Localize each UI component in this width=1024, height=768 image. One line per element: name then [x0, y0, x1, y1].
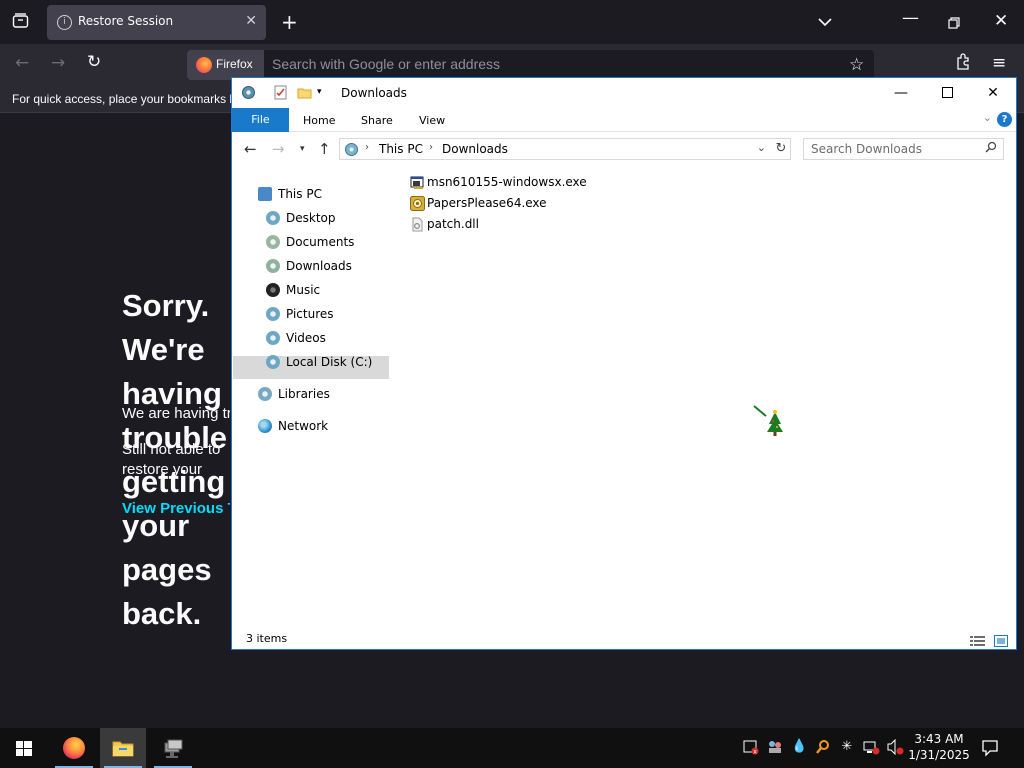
system-clock[interactable]: 3:43 AM 1/31/2025	[906, 731, 972, 763]
desktop-icon	[266, 211, 280, 225]
downloads-icon	[266, 259, 280, 273]
dll-icon	[410, 217, 425, 232]
refresh-icon[interactable]: ↻	[772, 138, 791, 160]
clock-date: 1/31/2025	[908, 748, 970, 762]
explorer-title-bar: ▾ Downloads — ✕	[232, 78, 1016, 108]
bookmark-star-icon[interactable]: ☆	[849, 55, 864, 75]
identity-box[interactable]: Firefox	[187, 50, 264, 80]
taskbar: x 💧 ✳ 3:43 AM 1/31/2025	[0, 728, 1024, 768]
search-box[interactable]	[803, 138, 1004, 160]
this-pc-icon	[344, 142, 359, 161]
tab-share[interactable]: Share	[361, 114, 393, 127]
breadcrumb-this-pc[interactable]: This PC	[379, 142, 423, 156]
chevron-right-icon: ›	[365, 142, 369, 153]
error-help-text: Still not able to restore your session? …	[122, 441, 221, 482]
libraries-icon	[258, 387, 272, 401]
taskbar-file-explorer[interactable]	[100, 728, 146, 768]
bookmarks-hint-text: For quick access, place your bookmarks h	[12, 92, 237, 106]
chevron-down-icon[interactable]	[818, 12, 832, 32]
droplet-icon[interactable]: 💧	[791, 739, 807, 755]
identity-label: Firefox	[216, 57, 253, 71]
network-disconnected-icon[interactable]	[863, 739, 880, 755]
volume-muted-icon[interactable]	[887, 738, 904, 756]
notifications-icon[interactable]	[980, 738, 1000, 758]
large-icons-view-icon[interactable]	[994, 632, 1008, 647]
network-icon	[258, 419, 272, 433]
taskbar-network-drive[interactable]	[150, 728, 196, 768]
file-explorer-window: ▾ Downloads — ✕ File Home Share View ⌄ ?…	[231, 77, 1017, 650]
explorer-app-icon	[241, 85, 256, 100]
tab-home[interactable]: Home	[303, 114, 335, 127]
minimize-button[interactable]: —	[878, 82, 924, 106]
chevron-right-icon: ›	[429, 142, 433, 153]
details-view-icon[interactable]	[970, 632, 985, 646]
back-arrow-icon[interactable]: ←	[15, 53, 29, 73]
search-icon[interactable]	[985, 141, 997, 156]
extensions-icon[interactable]	[955, 53, 971, 75]
close-window-button[interactable]: ✕	[994, 11, 1008, 31]
network-drive-icon	[162, 737, 184, 763]
minimize-button[interactable]: —	[902, 8, 919, 28]
search-input[interactable]	[811, 142, 976, 156]
view-previous-tabs-link[interactable]: View Previous Tabs	[122, 500, 230, 517]
reload-icon[interactable]: ↻	[87, 52, 101, 72]
tab-restore-session[interactable]: i Restore Session ✕	[47, 5, 266, 40]
svg-text:x: x	[753, 749, 757, 756]
back-arrow-icon[interactable]: ←	[244, 140, 257, 158]
tab-title: Restore Session	[78, 14, 174, 28]
people-icon[interactable]	[767, 739, 783, 755]
computer-icon	[258, 187, 272, 201]
clock-time: 3:43 AM	[914, 732, 964, 746]
customize-toolbar-icon[interactable]: ▾	[317, 87, 332, 102]
help-icon[interactable]: ?	[997, 112, 1012, 127]
item-count: 3 items	[246, 632, 288, 645]
error-description: We are having trouble restoring your las…	[122, 405, 230, 422]
forward-arrow-icon[interactable]: →	[51, 53, 65, 73]
properties-icon[interactable]	[273, 85, 288, 100]
menu-hamburger-icon[interactable]: ≡	[992, 53, 1006, 73]
address-row: ← → ▾ ↑ › This PC › Downloads ⌄ ↻	[232, 133, 1016, 165]
new-folder-icon[interactable]	[297, 85, 312, 100]
recent-locations-icon[interactable]: ▾	[300, 144, 305, 154]
tab-file[interactable]: File	[232, 108, 289, 132]
forward-arrow-icon[interactable]: →	[272, 140, 285, 158]
videos-icon	[266, 331, 280, 345]
close-window-button[interactable]: ✕	[970, 82, 1016, 106]
tab-view[interactable]: View	[419, 114, 445, 127]
restore-button[interactable]	[948, 14, 960, 34]
security-warning-icon[interactable]: x	[743, 739, 759, 756]
url-bar[interactable]: Firefox ☆	[187, 50, 874, 80]
list-all-tabs-icon[interactable]	[12, 12, 29, 34]
url-input[interactable]	[272, 56, 832, 72]
taskbar-firefox[interactable]	[51, 728, 97, 768]
maximize-button[interactable]	[924, 82, 970, 106]
firefox-icon	[63, 737, 85, 759]
christmas-tree-cursor-icon	[752, 404, 786, 442]
music-icon	[266, 283, 280, 297]
navigation-pane: This PC Desktop Documents Downloads Musi…	[232, 178, 392, 618]
breadcrumb-downloads[interactable]: Downloads	[442, 142, 508, 156]
close-tab-icon[interactable]: ✕	[245, 13, 257, 29]
pictures-icon	[266, 307, 280, 321]
sparkle-icon[interactable]: ✳	[839, 739, 855, 755]
firefox-logo-icon	[196, 57, 212, 73]
disk-icon	[266, 355, 280, 369]
installer-icon	[410, 175, 425, 190]
window-title: Downloads	[341, 86, 407, 100]
up-arrow-icon[interactable]: ↑	[318, 140, 331, 158]
status-bar: 3 items	[232, 628, 1016, 650]
address-bar[interactable]: › This PC › Downloads ⌄	[339, 138, 791, 160]
address-dropdown-icon[interactable]: ⌄	[757, 141, 766, 154]
game-exe-icon	[410, 196, 425, 211]
new-tab-button[interactable]: +	[281, 10, 298, 34]
documents-icon	[266, 235, 280, 249]
expand-ribbon-icon[interactable]: ⌄	[983, 111, 992, 124]
ribbon-tabs: File Home Share View ⌄ ?	[232, 108, 1016, 132]
info-icon: i	[57, 15, 72, 30]
browser-tab-bar: i Restore Session ✕ + — ✕	[0, 0, 1024, 44]
search-tray-icon[interactable]	[815, 739, 831, 755]
start-button[interactable]	[0, 728, 48, 768]
file-explorer-icon	[112, 739, 134, 761]
